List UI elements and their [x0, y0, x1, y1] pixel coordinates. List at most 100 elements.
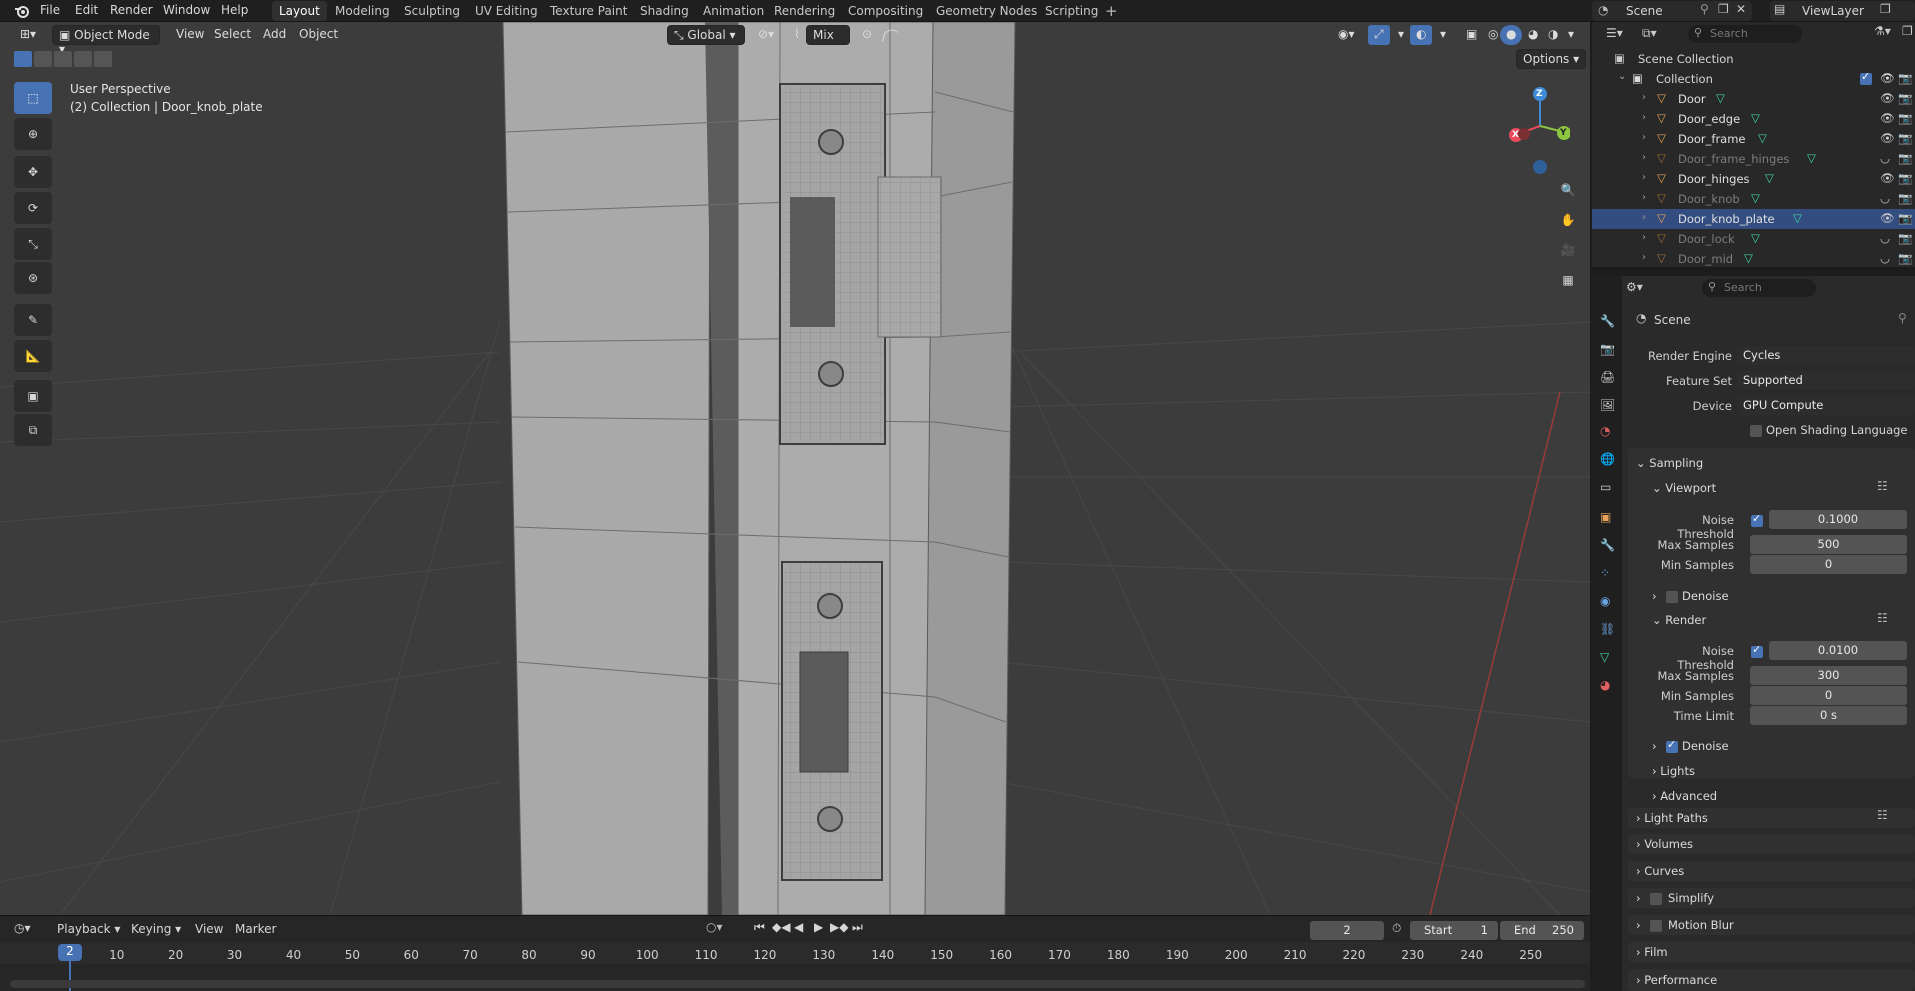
expand-chevron-icon[interactable]: ›	[1642, 192, 1646, 203]
prev-keyframe-icon[interactable]: ◆◀	[772, 920, 790, 934]
material-tab-icon[interactable]: ◕	[1600, 678, 1610, 692]
r-denoise-checkbox[interactable]	[1666, 738, 1678, 753]
blender-logo-icon[interactable]	[14, 3, 30, 22]
transform-tool[interactable]: ⊛	[14, 262, 52, 294]
falloff-icon[interactable]: ∕⌒	[876, 25, 904, 45]
xray-icon[interactable]: ▣	[1460, 25, 1483, 45]
performance-header[interactable]: › Performance	[1636, 973, 1717, 987]
feature-set-dropdown[interactable]: Supported	[1737, 371, 1915, 390]
close-icon[interactable]: ✕	[1736, 2, 1746, 16]
camera-icon[interactable]: 📷	[1898, 91, 1912, 105]
camera-icon[interactable]: 📷	[1898, 251, 1912, 265]
scene-collection-row[interactable]: ▣ Scene Collection	[1592, 49, 1915, 69]
r-max-samples-field[interactable]: 300	[1750, 666, 1907, 685]
tab-uv-editing[interactable]: UV Editing	[468, 1, 545, 21]
end-frame-field[interactable]: End 250	[1500, 921, 1584, 940]
outliner-item[interactable]: › ▽ Door_hinges ▽ 👁 📷	[1592, 169, 1915, 189]
menu-add[interactable]: Add	[257, 25, 292, 45]
world-tab-icon[interactable]: 🌐	[1600, 452, 1615, 466]
pivot-icon[interactable]: ⊘▾	[752, 25, 780, 45]
props-editor-type-icon[interactable]: ⚙▾	[1626, 280, 1643, 294]
outliner-editor-icon[interactable]: ☰▾	[1606, 26, 1623, 40]
camera-view-icon[interactable]: 🎥	[1555, 237, 1581, 263]
osl-checkbox[interactable]	[1750, 425, 1762, 437]
snap-icon[interactable]: ⌇	[788, 25, 806, 45]
eye-closed-icon[interactable]: ◡	[1880, 251, 1890, 265]
motion-blur-header[interactable]: ›	[1636, 918, 1641, 932]
eye-icon[interactable]: 👁	[1880, 131, 1895, 145]
r-min-samples-field[interactable]: 0	[1750, 686, 1907, 705]
current-frame-field[interactable]: 2	[1310, 921, 1384, 940]
vp-denoise-checkbox[interactable]	[1666, 591, 1678, 603]
shading-dropdown-icon[interactable]: ▾	[1562, 25, 1580, 45]
tab-modeling[interactable]: Modeling	[328, 1, 397, 21]
tool-tab-icon[interactable]: 🔧	[1600, 314, 1615, 328]
eye-icon[interactable]: 👁	[1880, 211, 1895, 225]
expand-chevron-icon[interactable]: ›	[1642, 232, 1646, 243]
film-header[interactable]: › Film	[1636, 945, 1668, 959]
menu-playback[interactable]: Playback ▾	[57, 922, 120, 936]
overlay-toggle-icon[interactable]: ◐	[1410, 25, 1433, 45]
eye-icon[interactable]: 👁	[1880, 91, 1895, 105]
auto-key-icon[interactable]: ○▾	[706, 920, 723, 934]
rotate-tool[interactable]: ⟳	[14, 192, 52, 224]
collection-render-icon[interactable]: 📷	[1898, 71, 1912, 85]
eye-icon[interactable]: 👁	[1880, 171, 1895, 185]
outliner-item[interactable]: › ▽ Door_frame ▽ 👁 📷	[1592, 129, 1915, 149]
expand-chevron-icon[interactable]: ›	[1642, 252, 1646, 263]
scene-tab-icon[interactable]: ◔	[1600, 424, 1610, 438]
menu-keying[interactable]: Keying ▾	[131, 922, 181, 936]
vp-noise-threshold-checkbox[interactable]	[1751, 512, 1763, 527]
vp-denoise-header[interactable]: ›	[1652, 589, 1657, 603]
curves-header[interactable]: › Curves	[1636, 864, 1684, 878]
output-tab-icon[interactable]: 🖨	[1600, 370, 1615, 384]
motion-blur-checkbox[interactable]	[1650, 920, 1662, 932]
select-extend-icon[interactable]	[34, 51, 52, 67]
collection-tab-icon[interactable]: ▭	[1600, 480, 1611, 494]
eye-icon[interactable]: 👁	[1880, 111, 1895, 125]
menu-file[interactable]: File	[40, 3, 60, 17]
next-keyframe-icon[interactable]: ▶◆	[830, 920, 848, 934]
view-layer-tab-icon[interactable]: 🖼	[1600, 398, 1615, 412]
camera-icon[interactable]: 📷	[1898, 231, 1912, 245]
object-tab-icon[interactable]: ▣	[1600, 510, 1611, 524]
modifier-tab-icon[interactable]: 🔧	[1600, 538, 1615, 552]
expand-chevron-icon[interactable]: ›	[1642, 212, 1646, 223]
properties-search-input[interactable]: ⚲ Search	[1702, 279, 1816, 297]
proportional-icon[interactable]: ⊙	[856, 25, 878, 45]
camera-icon[interactable]: 📷	[1898, 131, 1912, 145]
scene-selector[interactable]: ◔ Scene ⚲ ❐ ✕	[1592, 1, 1752, 21]
view-layer-selector[interactable]: ▤ ViewLayer ❐	[1770, 1, 1915, 21]
tab-sculpting[interactable]: Sculpting	[397, 1, 467, 21]
expand-chevron-icon[interactable]: ›	[1642, 152, 1646, 163]
zoom-icon[interactable]: 🔍	[1555, 177, 1581, 203]
camera-icon[interactable]: 📷	[1898, 111, 1912, 125]
render-presets-icon[interactable]: ☷	[1877, 611, 1888, 625]
tab-compositing[interactable]: Compositing	[841, 1, 930, 21]
expand-chevron-icon[interactable]: ›	[1642, 172, 1646, 183]
play-reverse-icon[interactable]: ◀	[794, 920, 803, 934]
camera-icon[interactable]: 📷	[1898, 211, 1912, 225]
data-tab-icon[interactable]: ▽	[1600, 650, 1609, 664]
select-subtract-icon[interactable]	[54, 51, 72, 67]
timeline-editor-icon[interactable]: ◷▾	[14, 921, 31, 935]
copy-layer-icon[interactable]: ❐	[1880, 2, 1891, 16]
menu-help[interactable]: Help	[221, 3, 248, 17]
collection-exclude-checkbox[interactable]	[1860, 70, 1872, 85]
film-panel[interactable]	[1628, 942, 1915, 962]
play-icon[interactable]: ▶	[814, 920, 823, 934]
stopwatch-icon[interactable]: ⏱	[1392, 921, 1401, 936]
filter-icon[interactable]: ⚗▾	[1874, 24, 1891, 38]
vp-noise-threshold-field[interactable]: 0.1000	[1769, 510, 1907, 529]
outliner-search-input[interactable]: ⚲ Search	[1688, 25, 1802, 43]
volumes-header[interactable]: › Volumes	[1636, 837, 1693, 851]
outliner-item[interactable]: › ▽ Door_frame_hinges ▽ ◡ 📷	[1592, 149, 1915, 169]
menu-marker[interactable]: Marker	[235, 922, 276, 936]
sampling-header[interactable]: ⌄ Sampling	[1636, 456, 1703, 470]
outliner-item[interactable]: › ▽ Door_mid ▽ ◡ 📷	[1592, 249, 1915, 269]
lights-subpanel-header[interactable]: › Lights	[1652, 764, 1695, 778]
menu-window[interactable]: Window	[163, 3, 210, 17]
3d-viewport[interactable]: ⊞▾ ▣ Object Mode ▾ View Select Add Objec…	[0, 22, 1590, 915]
render-engine-dropdown[interactable]: Cycles	[1737, 346, 1915, 365]
advanced-subpanel-header[interactable]: › Advanced	[1652, 789, 1717, 803]
